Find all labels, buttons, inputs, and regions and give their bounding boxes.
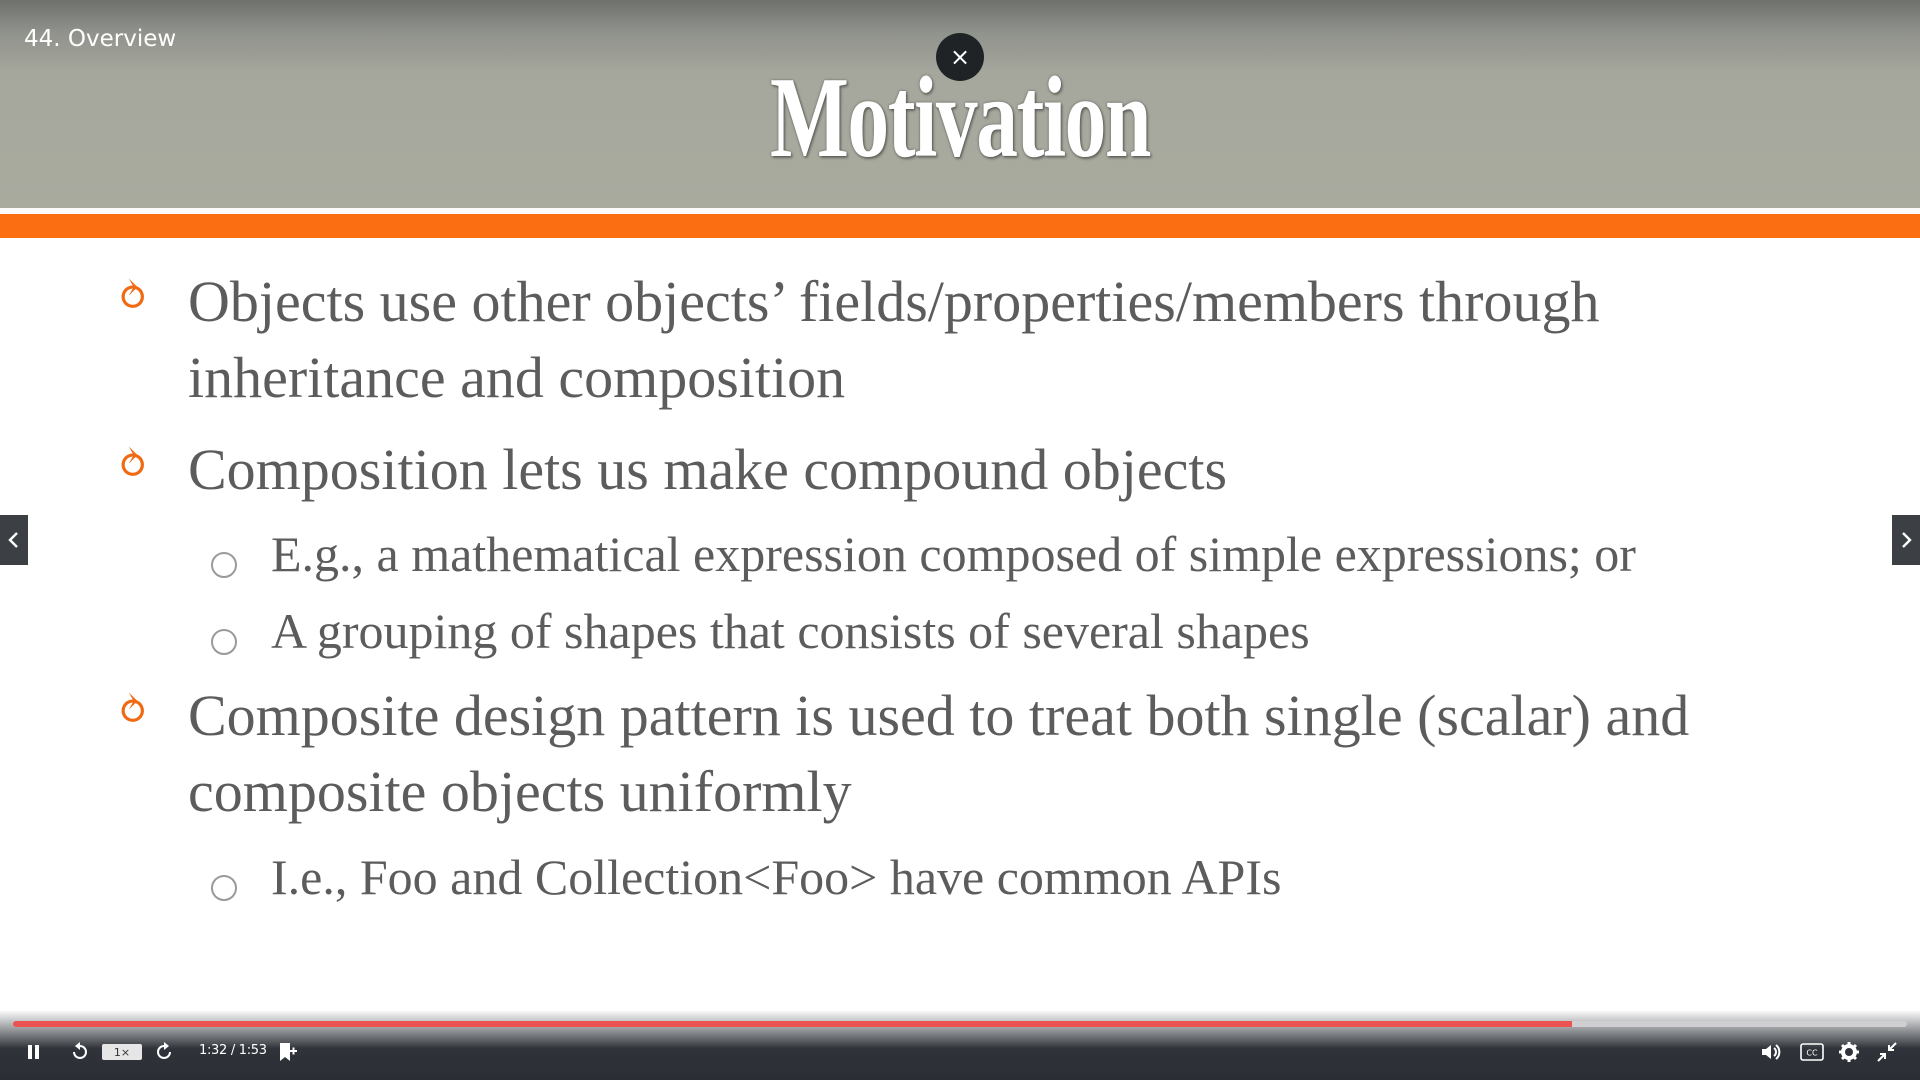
gear-icon	[1839, 1042, 1859, 1062]
volume-button[interactable]	[1758, 1040, 1784, 1064]
add-bookmark-icon	[280, 1043, 297, 1061]
previous-lecture-button[interactable]	[0, 515, 28, 565]
rewind-icon	[73, 1042, 87, 1059]
rewind-button[interactable]	[68, 1040, 92, 1064]
exit-fullscreen-icon	[1877, 1042, 1897, 1062]
swirl-bullet-icon: ⥁	[116, 688, 150, 734]
sub-bullet-text: A grouping of shapes that consists of se…	[271, 603, 1310, 659]
circle-bullet-icon	[211, 629, 237, 655]
slide-content: ⥁ Objects use other objects’ fields/prop…	[0, 238, 1920, 1018]
exit-fullscreen-button[interactable]	[1874, 1040, 1900, 1064]
forward-icon	[157, 1042, 171, 1059]
orange-accent-bar	[0, 214, 1920, 238]
slide-title: Motivation	[770, 54, 1151, 182]
chevron-left-icon	[8, 532, 18, 548]
forward-button[interactable]	[152, 1040, 176, 1064]
video-title: 44. Overview	[24, 26, 177, 52]
chevron-right-icon	[1902, 532, 1912, 548]
captions-icon: CC	[1800, 1043, 1824, 1061]
pause-icon	[28, 1045, 39, 1059]
svg-text:CC: CC	[1806, 1049, 1818, 1058]
sub-bullet-text: E.g., a mathematical expression composed…	[271, 526, 1636, 582]
pause-button[interactable]	[22, 1040, 46, 1064]
progress-bar[interactable]	[13, 1021, 1907, 1027]
progress-fill	[13, 1021, 1572, 1027]
add-bookmark-button[interactable]	[274, 1040, 300, 1064]
next-lecture-button[interactable]	[1892, 515, 1920, 565]
bullet-text: Objects use other objects’ fields/proper…	[188, 269, 1600, 410]
bullet-text: Composite design pattern is used to trea…	[188, 683, 1690, 824]
sub-bullet-text: I.e., Foo and Collection<Foo> have commo…	[271, 849, 1282, 905]
playback-speed-button[interactable]: 1×	[102, 1044, 142, 1060]
circle-bullet-icon	[211, 552, 237, 578]
time-display: 1:32 / 1:53	[199, 1043, 267, 1058]
settings-button[interactable]	[1836, 1040, 1862, 1064]
bullet-text: Composition lets us make compound object…	[188, 437, 1228, 502]
volume-icon	[1762, 1044, 1781, 1060]
swirl-bullet-icon: ⥁	[116, 442, 150, 488]
circle-bullet-icon	[211, 875, 237, 901]
swirl-bullet-icon: ⥁	[116, 274, 150, 320]
captions-button[interactable]: CC	[1797, 1040, 1827, 1064]
